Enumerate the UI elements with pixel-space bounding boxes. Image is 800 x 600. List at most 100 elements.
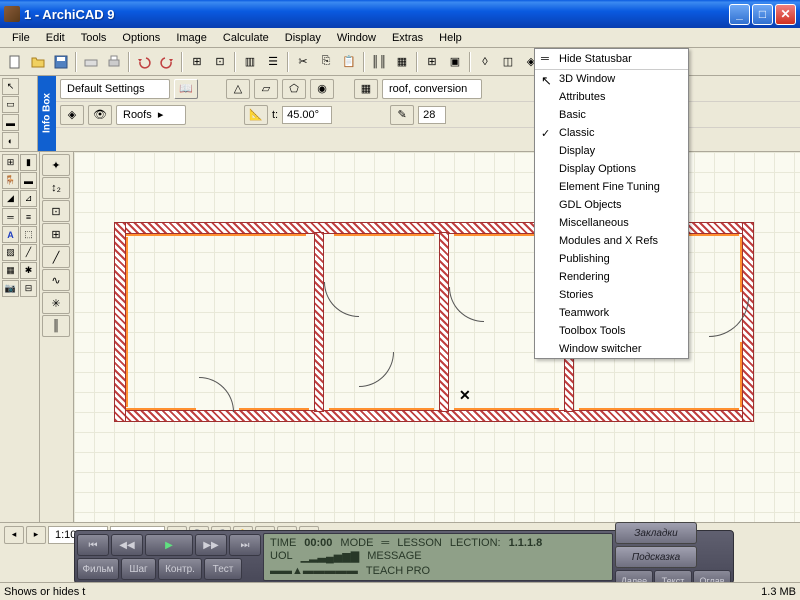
coord6-icon[interactable]: ∿: [42, 269, 70, 291]
wall-tool-icon[interactable]: ▬: [2, 114, 19, 131]
geom1-icon[interactable]: △: [226, 79, 250, 99]
settings-icon[interactable]: 📖: [174, 79, 198, 99]
window-tool-icon[interactable]: ⊞: [2, 154, 19, 171]
fill-icon[interactable]: ▦: [391, 51, 413, 73]
menu-calculate[interactable]: Calculate: [215, 30, 277, 46]
tool-b-icon[interactable]: ⊡: [209, 51, 231, 73]
copy-icon[interactable]: ⎘: [315, 51, 337, 73]
player-test-tab[interactable]: Тест: [204, 558, 242, 580]
undo-icon[interactable]: [133, 51, 155, 73]
roof-icon[interactable]: ▦: [354, 79, 378, 99]
ctx-teamwork[interactable]: Teamwork: [535, 304, 688, 322]
pen-icon[interactable]: ✎: [390, 105, 414, 125]
default-settings-button[interactable]: Default Settings: [60, 79, 170, 99]
player-play-button[interactable]: ▶: [145, 534, 193, 556]
section-icon[interactable]: ◫: [497, 51, 519, 73]
t-field[interactable]: 45.00°: [282, 106, 332, 124]
mesh-tool-icon[interactable]: ⊿: [20, 190, 37, 207]
ctx-display-options[interactable]: Display Options: [535, 160, 688, 178]
arrow-tool-icon[interactable]: ↖: [2, 78, 19, 95]
menu-edit[interactable]: Edit: [38, 30, 73, 46]
print-icon[interactable]: [103, 51, 125, 73]
player-film-tab[interactable]: Фильм: [77, 558, 119, 580]
ctx-attributes[interactable]: Attributes: [535, 88, 688, 106]
pen-field[interactable]: 28: [418, 106, 446, 124]
measure-icon[interactable]: ║║: [368, 51, 390, 73]
ctx-gdl-objects[interactable]: GDL Objects: [535, 196, 688, 214]
player-kontr-tab[interactable]: Контр.: [158, 558, 202, 580]
stair-tool-icon[interactable]: ≡: [20, 208, 37, 225]
coord4-icon[interactable]: ⊞: [42, 223, 70, 245]
angle-icon[interactable]: 📐: [244, 105, 268, 125]
infobox-tab[interactable]: Info Box: [38, 76, 56, 151]
open-icon[interactable]: [27, 51, 49, 73]
nav1-icon[interactable]: ◂: [4, 526, 24, 544]
coord1-icon[interactable]: ✦: [42, 154, 70, 176]
new-icon[interactable]: [4, 51, 26, 73]
maximize-button[interactable]: □: [752, 4, 773, 25]
coord3-icon[interactable]: ⊡: [42, 200, 70, 222]
coord7-icon[interactable]: ✳: [42, 292, 70, 314]
ctx-element-fine-tuning[interactable]: Element Fine Tuning: [535, 178, 688, 196]
layer-select[interactable]: Roofs ▸: [116, 105, 186, 125]
menu-window[interactable]: Window: [329, 30, 384, 46]
close-button[interactable]: ✕: [775, 4, 796, 25]
ctx-basic[interactable]: Basic: [535, 106, 688, 124]
player-fwd-button[interactable]: ▶▶: [195, 534, 227, 556]
player-bookmarks-button[interactable]: Закладки: [615, 522, 697, 544]
layer-icon[interactable]: ◈: [60, 105, 84, 125]
section-tool-icon[interactable]: ⊟: [20, 280, 37, 297]
label-tool-icon[interactable]: ⬚: [20, 226, 37, 243]
hotspot-tool-icon[interactable]: ✱: [20, 262, 37, 279]
menu-tools[interactable]: Tools: [73, 30, 115, 46]
coord5-icon[interactable]: ╱: [42, 246, 70, 268]
canvas[interactable]: ✕: [74, 152, 800, 522]
player-next-button[interactable]: ⏭: [229, 534, 261, 556]
object-tool-icon[interactable]: 🪑: [2, 172, 19, 189]
ctx-3d-window[interactable]: 3D Window: [535, 70, 688, 88]
menu-image[interactable]: Image: [168, 30, 215, 46]
geom2-icon[interactable]: ▱: [254, 79, 278, 99]
cut-icon[interactable]: ✂: [292, 51, 314, 73]
coord8-icon[interactable]: ║: [42, 315, 70, 337]
ctx-rendering[interactable]: Rendering: [535, 268, 688, 286]
ctx-stories[interactable]: Stories: [535, 286, 688, 304]
player-step-tab[interactable]: Шаг: [121, 558, 156, 580]
marquee-tool-icon[interactable]: ▭: [2, 96, 19, 113]
minimize-button[interactable]: _: [729, 4, 750, 25]
menu-display[interactable]: Display: [277, 30, 329, 46]
menu-file[interactable]: File: [4, 30, 38, 46]
ctx-toolbox-tools[interactable]: Toolbox Tools: [535, 322, 688, 340]
redo-icon[interactable]: [156, 51, 178, 73]
paste-icon[interactable]: 📋: [338, 51, 360, 73]
ctx-classic[interactable]: Classic: [535, 124, 688, 142]
tool-a-icon[interactable]: ⊞: [186, 51, 208, 73]
camera-tool-icon[interactable]: 📷: [2, 280, 19, 297]
beam-tool-icon[interactable]: ═: [2, 208, 19, 225]
view3d-icon[interactable]: ◊: [474, 51, 496, 73]
menu-help[interactable]: Help: [431, 30, 470, 46]
ctx-publishing[interactable]: Publishing: [535, 250, 688, 268]
grid-icon[interactable]: ⊞: [421, 51, 443, 73]
roof-tool-icon[interactable]: ◢: [2, 190, 19, 207]
coord2-icon[interactable]: ↕₂: [42, 177, 70, 199]
slab-tool-icon[interactable]: ▬: [20, 172, 37, 189]
menu-options[interactable]: Options: [114, 30, 168, 46]
plot-icon[interactable]: [80, 51, 102, 73]
door-tool-icon[interactable]: ◐: [2, 132, 19, 149]
element-select[interactable]: roof, conversion: [382, 79, 482, 99]
fill-tool-icon[interactable]: ▨: [2, 244, 19, 261]
stories-icon[interactable]: ☰: [262, 51, 284, 73]
player-prev-button[interactable]: ⏮: [77, 534, 109, 556]
ctx-hide-statusbar[interactable]: Hide Statusbar: [535, 49, 688, 70]
eye-icon[interactable]: 👁: [88, 105, 112, 125]
ctx-modules-xrefs[interactable]: Modules and X Refs: [535, 232, 688, 250]
save-icon[interactable]: [50, 51, 72, 73]
player-rew-button[interactable]: ◀◀: [111, 534, 143, 556]
ctx-display[interactable]: Display: [535, 142, 688, 160]
column-tool-icon[interactable]: ▮: [20, 154, 37, 171]
zone-tool-icon[interactable]: ▦: [2, 262, 19, 279]
geom4-icon[interactable]: ◉: [310, 79, 334, 99]
snap-icon[interactable]: ▣: [444, 51, 466, 73]
line-tool-icon[interactable]: ╱: [20, 244, 37, 261]
